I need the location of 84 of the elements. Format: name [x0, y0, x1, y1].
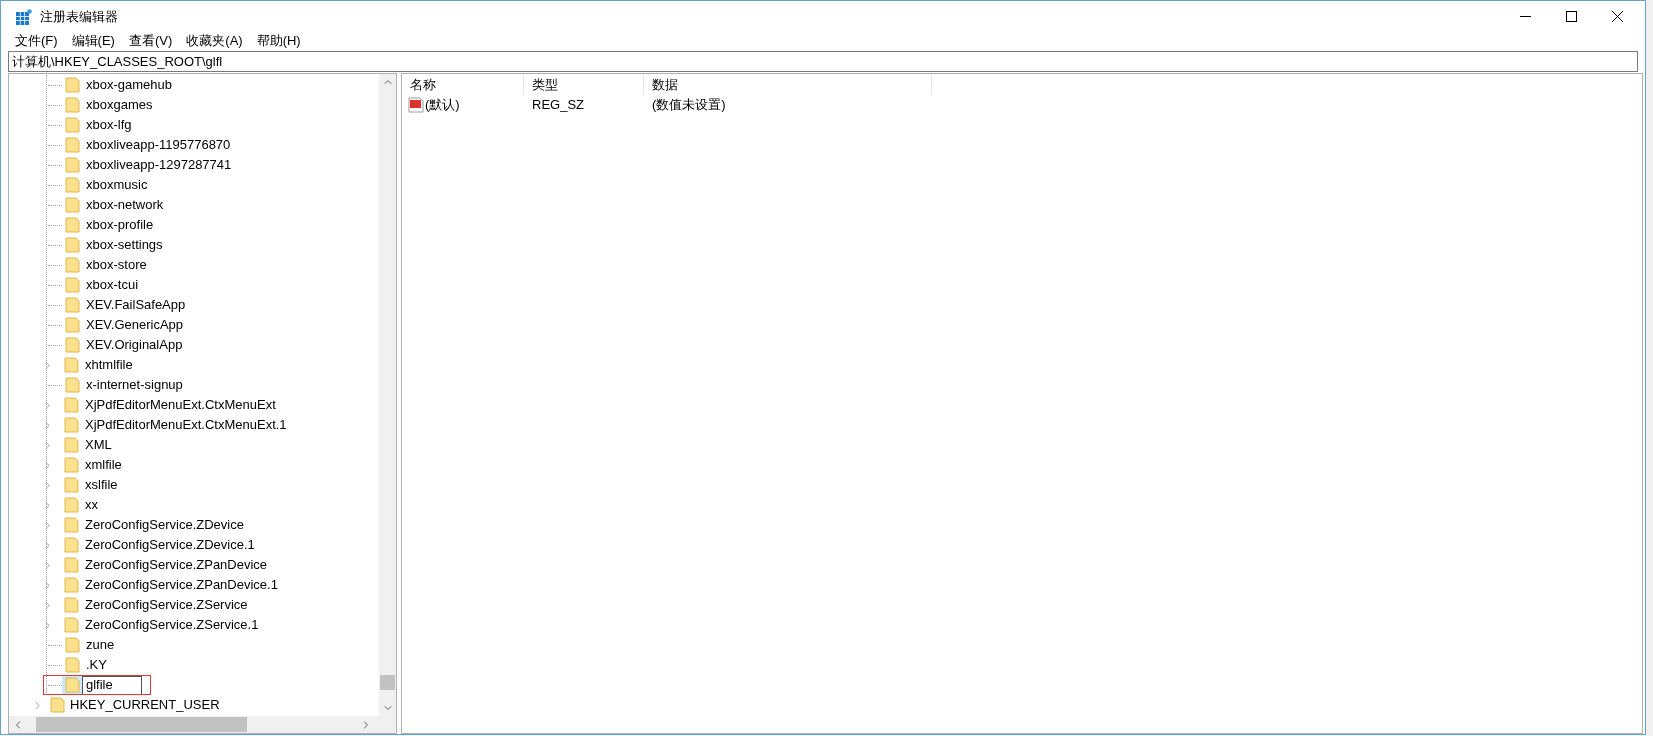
tree-item[interactable]: xbox-gamehub: [47, 75, 174, 95]
folder-icon: [64, 597, 79, 613]
tree-item[interactable]: xbox-profile: [47, 215, 156, 235]
window-title: 注册表编辑器: [40, 7, 118, 26]
folder-icon: [65, 137, 80, 153]
folder-icon: [64, 477, 79, 493]
folder-icon: [65, 117, 80, 133]
tree-item[interactable]: xbox-network: [47, 195, 166, 215]
tree-item[interactable]: xboxliveapp-1195776870: [47, 135, 233, 155]
horizontal-scrollbar[interactable]: [9, 716, 396, 733]
folder-icon: [65, 297, 80, 313]
column-header[interactable]: 名称: [402, 74, 524, 95]
tree-item[interactable]: xslfile: [47, 475, 120, 495]
table-cell-text: REG_SZ: [531, 96, 585, 115]
folder-icon: [64, 577, 79, 593]
folder-icon: [65, 237, 80, 253]
folder-icon: [65, 337, 80, 353]
tree-item[interactable]: ZeroConfigService.ZService.1: [47, 615, 261, 635]
folder-icon: [65, 177, 80, 193]
folder-icon: [65, 317, 80, 333]
folder-icon: [50, 697, 65, 713]
scrollbar-thumb[interactable]: [380, 675, 395, 690]
string-value-icon: [408, 97, 424, 113]
folder-icon: [65, 217, 80, 233]
tree-item[interactable]: xx: [47, 495, 100, 515]
folder-icon: [65, 277, 80, 293]
folder-icon: [64, 457, 79, 473]
menu-item[interactable]: 查看(V): [128, 31, 173, 51]
column-header[interactable]: 类型: [524, 74, 644, 95]
folder-icon: [65, 97, 80, 113]
folder-icon: [64, 437, 79, 453]
folder-icon: [65, 637, 80, 653]
tree-item[interactable]: XEV.OriginalApp: [47, 335, 185, 355]
tree-item[interactable]: XEV.FailSafeApp: [47, 295, 188, 315]
menu-item[interactable]: 编辑(E): [71, 31, 115, 51]
folder-icon: [64, 417, 79, 433]
folder-icon: [65, 157, 80, 173]
folder-icon: [65, 677, 80, 693]
tree-item[interactable]: xboxmusic: [47, 175, 150, 195]
tree-item[interactable]: x-internet-signup: [47, 375, 185, 395]
folder-icon: [64, 557, 79, 573]
tree-item[interactable]: .KY: [47, 655, 109, 675]
tree-item[interactable]: xbox-lfg: [47, 115, 134, 135]
folder-icon: [64, 357, 79, 373]
close-icon[interactable]: [1612, 11, 1623, 22]
tree-item[interactable]: xbox-settings: [47, 235, 165, 255]
menu-item[interactable]: 收藏夹(A): [186, 31, 243, 51]
tree-item[interactable]: xbox-tcui: [47, 275, 141, 295]
folder-icon: [65, 657, 80, 673]
tree-item[interactable]: xhtmlfile: [47, 355, 135, 375]
column-header[interactable]: 数据: [644, 74, 932, 95]
tree-item[interactable]: ZeroConfigService.ZPanDevice.1: [47, 575, 280, 595]
tree-item[interactable]: xmlfile: [47, 455, 124, 475]
tree-item[interactable]: XML: [47, 435, 114, 455]
menu-item[interactable]: 文件(F): [15, 31, 58, 51]
address-bar[interactable]: 计算机\HKEY_CLASSES_ROOT\glfl: [8, 51, 1638, 72]
tree-item[interactable]: ZeroConfigService.ZDevice.1: [47, 535, 257, 555]
tree-item[interactable]: ZeroConfigService.ZDevice: [47, 515, 246, 535]
tree-item[interactable]: XjPdfEditorMenuExt.CtxMenuExt.1: [47, 415, 289, 435]
folder-icon: [64, 397, 79, 413]
folder-icon: [65, 77, 80, 93]
app-icon: [16, 8, 32, 25]
folder-icon: [64, 537, 79, 553]
table-cell-text: (默认): [425, 96, 460, 115]
tree-item[interactable]: XEV.GenericApp: [47, 315, 186, 335]
scrollbar-thumb[interactable]: [36, 717, 247, 732]
table-cell-text: (数值未设置): [651, 96, 726, 115]
menu-item[interactable]: 帮助(H): [256, 31, 301, 51]
tree-item[interactable]: ZeroConfigService.ZPanDevice: [47, 555, 270, 575]
folder-icon: [64, 517, 79, 533]
folder-icon: [64, 497, 79, 513]
tree-item[interactable]: xboxgames: [47, 95, 155, 115]
folder-icon: [65, 377, 80, 393]
tree-item[interactable]: ZeroConfigService.ZService: [47, 595, 250, 615]
tree-item[interactable]: XjPdfEditorMenuExt.CtxMenuExt: [47, 395, 278, 415]
tree-item[interactable]: xbox-store: [47, 255, 149, 275]
tree-item[interactable]: xboxliveapp-1297287741: [47, 155, 234, 175]
folder-icon: [64, 617, 79, 633]
vertical-scrollbar[interactable]: [379, 74, 396, 716]
maximize-icon[interactable]: [1566, 11, 1577, 22]
folder-icon: [65, 257, 80, 273]
tree-item[interactable]: HKEY_CURRENT_USER: [31, 695, 222, 715]
tree-item[interactable]: zune: [47, 635, 117, 655]
folder-icon: [65, 197, 80, 213]
